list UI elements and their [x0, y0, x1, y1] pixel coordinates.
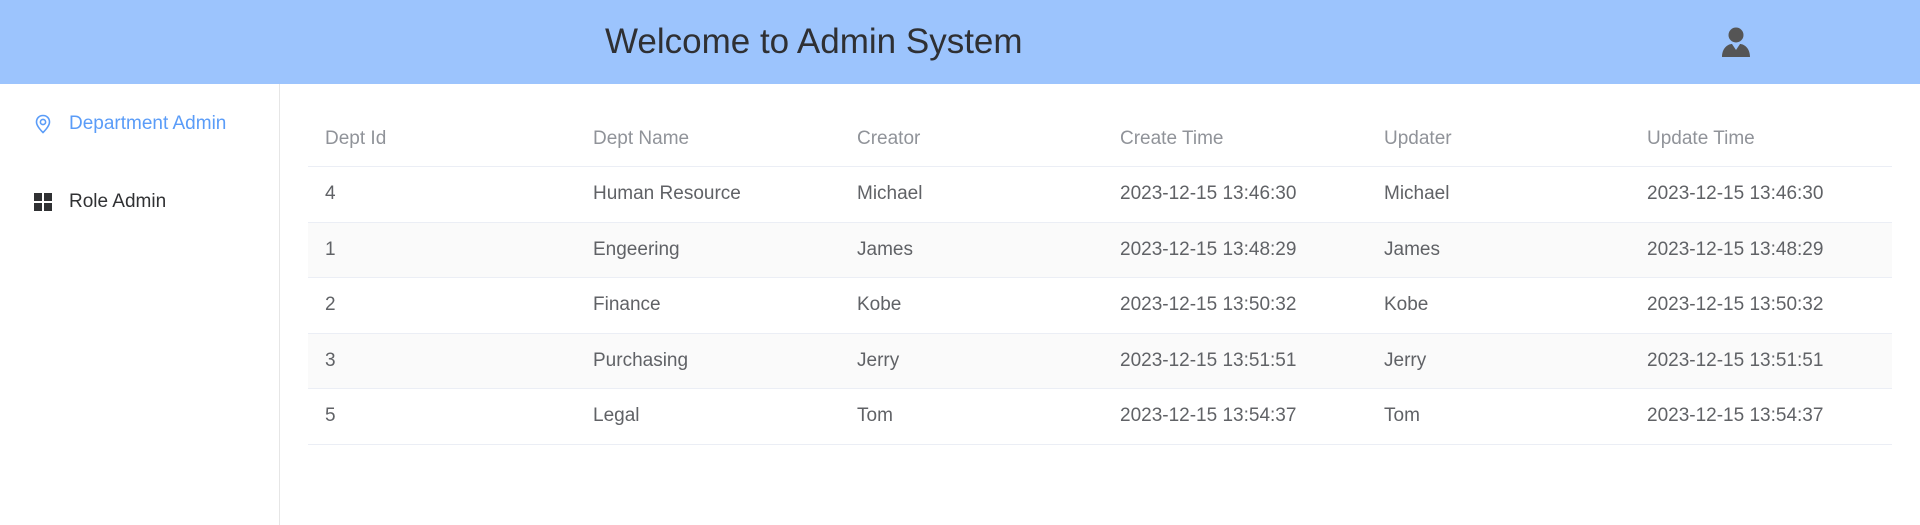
user-icon[interactable] — [1720, 26, 1752, 58]
column-header-updater[interactable]: Updater — [1384, 112, 1452, 166]
cell-dept-name: Human Resource — [593, 183, 741, 205]
column-header-creator[interactable]: Creator — [857, 112, 920, 166]
cell-dept-id: 1 — [325, 238, 336, 260]
cell-creator: Kobe — [857, 294, 902, 316]
table-header-row: Dept Id Dept Name Creator Create Time Up… — [308, 112, 1892, 167]
location-pin-icon — [35, 114, 51, 134]
cell-create-time: 2023-12-15 13:46:30 — [1120, 183, 1297, 205]
sidebar-item-role-admin[interactable]: Role Admin — [0, 172, 279, 232]
sidebar: Department Admin Role Admin — [0, 84, 280, 525]
cell-update-time: 2023-12-15 13:48:29 — [1647, 238, 1824, 260]
cell-creator: Michael — [857, 183, 923, 205]
cell-updater: Michael — [1384, 183, 1450, 205]
cell-dept-id: 4 — [325, 183, 336, 205]
cell-updater: Jerry — [1384, 349, 1427, 371]
cell-create-time: 2023-12-15 13:48:29 — [1120, 238, 1297, 260]
cell-creator: Tom — [857, 405, 893, 427]
page-title: Welcome to Admin System — [605, 22, 1023, 61]
cell-create-time: 2023-12-15 13:51:51 — [1120, 349, 1297, 371]
department-table: Dept Id Dept Name Creator Create Time Up… — [308, 112, 1892, 445]
grid-icon — [34, 193, 52, 211]
cell-create-time: 2023-12-15 13:50:32 — [1120, 294, 1297, 316]
cell-dept-id: 5 — [325, 405, 336, 427]
cell-dept-name: Purchasing — [593, 349, 689, 371]
cell-update-time: 2023-12-15 13:51:51 — [1647, 349, 1824, 371]
table-row[interactable]: 4 Human Resource Michael 2023-12-15 13:4… — [308, 167, 1892, 223]
cell-update-time: 2023-12-15 13:50:32 — [1647, 294, 1824, 316]
column-header-create-time[interactable]: Create Time — [1120, 112, 1223, 166]
table-row[interactable]: 1 Engeering James 2023-12-15 13:48:29 Ja… — [308, 222, 1892, 278]
cell-updater: Tom — [1384, 405, 1420, 427]
cell-updater: Kobe — [1384, 294, 1429, 316]
table-row[interactable]: 5 Legal Tom 2023-12-15 13:54:37 Tom 2023… — [308, 389, 1892, 445]
cell-dept-name: Finance — [593, 294, 661, 316]
sidebar-item-label: Role Admin — [69, 191, 167, 212]
cell-dept-id: 3 — [325, 349, 336, 371]
cell-update-time: 2023-12-15 13:46:30 — [1647, 183, 1824, 205]
table-row[interactable]: 2 Finance Kobe 2023-12-15 13:50:32 Kobe … — [308, 278, 1892, 334]
cell-dept-name: Engeering — [593, 238, 680, 260]
cell-dept-name: Legal — [593, 405, 640, 427]
cell-updater: James — [1384, 238, 1440, 260]
sidebar-item-department-admin[interactable]: Department Admin — [0, 94, 279, 154]
column-header-update-time[interactable]: Update Time — [1647, 112, 1755, 166]
column-header-dept-name[interactable]: Dept Name — [593, 112, 689, 166]
cell-creator: Jerry — [857, 349, 900, 371]
cell-dept-id: 2 — [325, 294, 336, 316]
table-row[interactable]: 3 Purchasing Jerry 2023-12-15 13:51:51 J… — [308, 333, 1892, 389]
cell-create-time: 2023-12-15 13:54:37 — [1120, 405, 1297, 427]
column-header-dept-id[interactable]: Dept Id — [325, 112, 386, 166]
cell-creator: James — [857, 238, 913, 260]
app-header: Welcome to Admin System — [0, 0, 1920, 84]
cell-update-time: 2023-12-15 13:54:37 — [1647, 405, 1824, 427]
sidebar-item-label: Department Admin — [69, 113, 227, 134]
